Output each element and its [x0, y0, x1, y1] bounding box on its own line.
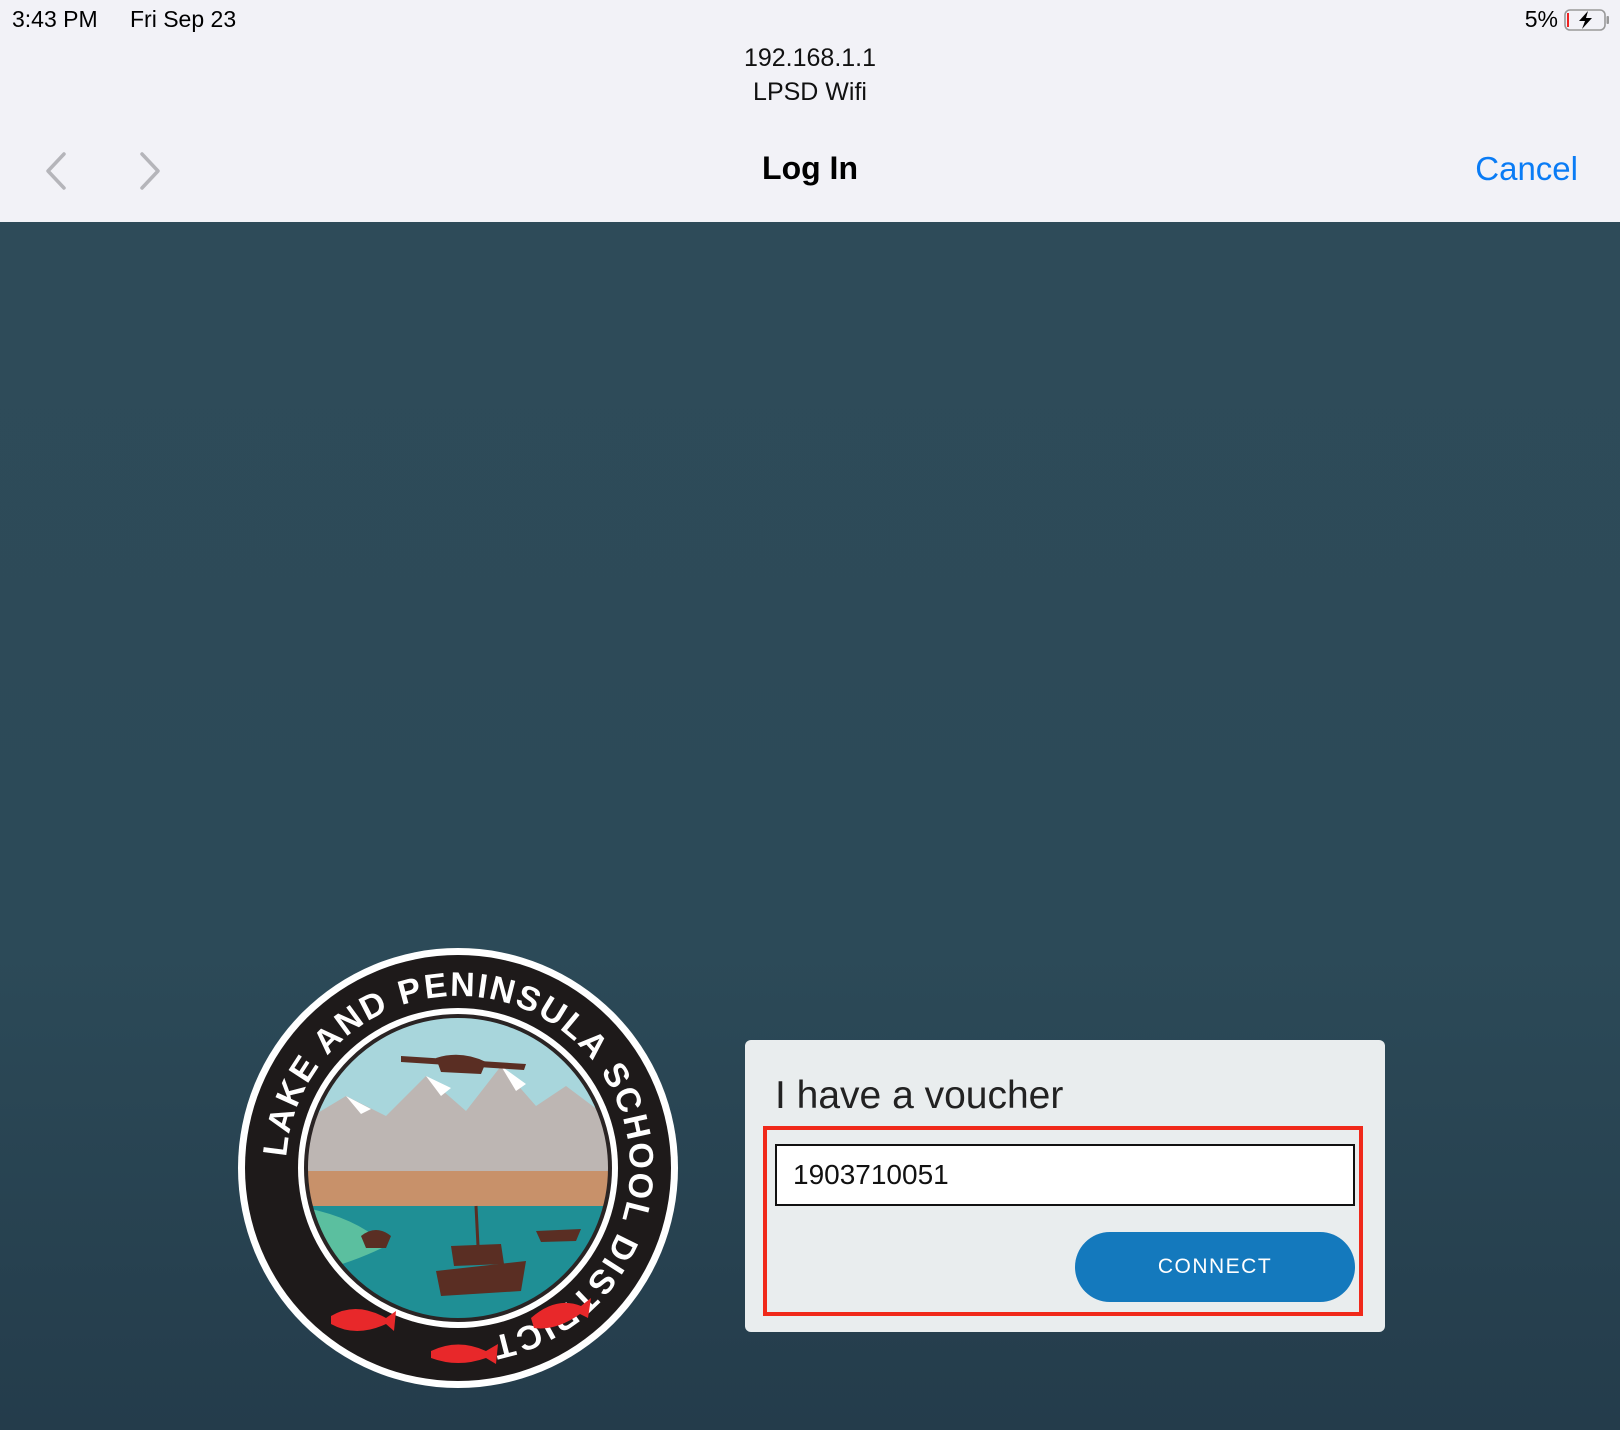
voucher-input[interactable] [775, 1144, 1355, 1206]
cancel-button[interactable]: Cancel [1475, 150, 1578, 188]
voucher-card: I have a voucher CONNECT [745, 1040, 1385, 1332]
captive-portal-header: 192.168.1.1 LPSD Wifi Log In Cancel [0, 40, 1620, 223]
status-time: 3:43 PM [12, 6, 98, 32]
network-name: LPSD Wifi [753, 78, 867, 106]
battery-percent: 5% [1524, 6, 1558, 32]
page-title: Log In [762, 150, 858, 186]
battery-charging-icon [1564, 8, 1609, 31]
connect-button[interactable]: CONNECT [1075, 1232, 1355, 1302]
voucher-card-title: I have a voucher [775, 1074, 1064, 1117]
host-address: 192.168.1.1 [743, 44, 877, 72]
status-bar: 3:43 PM Fri Sep 23 5% [0, 0, 1620, 40]
status-right: 5% [1525, 6, 1610, 33]
status-date: Fri Sep 23 [130, 6, 237, 32]
district-seal-logo: LAKE AND PENINSULA SCHOOL DISTRICT [238, 948, 678, 1388]
